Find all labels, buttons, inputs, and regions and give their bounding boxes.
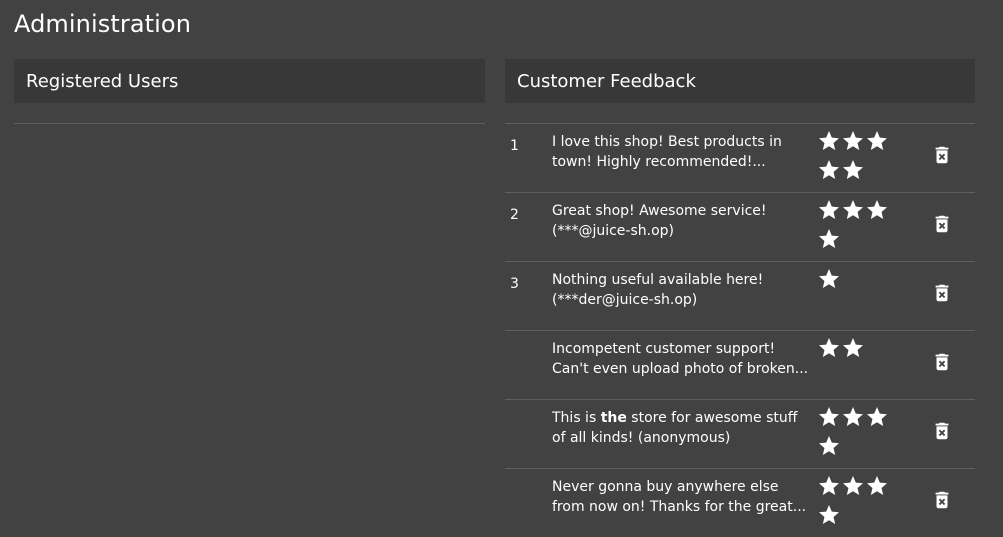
- users-table-divider: [14, 123, 485, 124]
- feedback-comment-line: (***der@juice-sh.op): [552, 292, 698, 308]
- feedback-comment-line: Can't even upload photo of broken...: [552, 361, 809, 377]
- feedback-rating: [817, 129, 895, 187]
- trash-icon: [931, 144, 953, 166]
- trash-icon: [931, 489, 953, 511]
- feedback-comment-line: Nothing useful available here!: [552, 272, 764, 288]
- customer-feedback-panel: Customer Feedback 1 I love this shop! Be…: [505, 59, 975, 537]
- customer-feedback-title: Customer Feedback: [517, 70, 696, 92]
- feedback-comment-line: Never gonna buy anywhere else: [552, 479, 779, 495]
- feedback-row: 1 I love this shop! Best products in tow…: [505, 123, 975, 192]
- delete-feedback-button[interactable]: [931, 420, 953, 442]
- feedback-rating: [817, 474, 895, 532]
- trash-icon: [931, 213, 953, 235]
- feedback-comment: Great shop! Awesome service! (***@juice-…: [552, 201, 812, 241]
- star-icon: [817, 434, 841, 458]
- feedback-row: 2 Great shop! Awesome service! (***@juic…: [505, 192, 975, 261]
- star-icon: [817, 336, 841, 360]
- feedback-comment: This is the store for awesome stuff of a…: [552, 408, 812, 448]
- star-icon: [841, 474, 865, 498]
- feedback-comment: I love this shop! Best products in town!…: [552, 132, 812, 172]
- delete-feedback-button[interactable]: [931, 144, 953, 166]
- feedback-comment-line: of all kinds! (anonymous): [552, 430, 731, 446]
- feedback-rating: [817, 198, 895, 256]
- feedback-comment-line: from now on! Thanks for the great...: [552, 499, 807, 515]
- star-icon: [841, 405, 865, 429]
- star-icon: [817, 129, 841, 153]
- feedback-comment-bold: the: [600, 410, 627, 426]
- feedback-user-id: 3: [510, 276, 519, 292]
- customer-feedback-header: Customer Feedback: [505, 59, 975, 103]
- feedback-row: 3 Nothing useful available here! (***der…: [505, 261, 975, 330]
- delete-feedback-button[interactable]: [931, 351, 953, 373]
- star-icon: [817, 503, 841, 527]
- star-icon: [865, 474, 889, 498]
- feedback-comment: Incompetent customer support! Can't even…: [552, 339, 812, 379]
- delete-feedback-button[interactable]: [931, 489, 953, 511]
- trash-icon: [931, 420, 953, 442]
- feedback-comment-line: Incompetent customer support!: [552, 341, 776, 357]
- delete-feedback-button[interactable]: [931, 282, 953, 304]
- feedback-rating: [817, 336, 895, 365]
- star-icon: [841, 336, 865, 360]
- star-icon: [865, 198, 889, 222]
- feedback-row: Incompetent customer support! Can't even…: [505, 330, 975, 399]
- feedback-comment: Nothing useful available here! (***der@j…: [552, 270, 812, 310]
- feedback-row: Never gonna buy anywhere else from now o…: [505, 468, 975, 537]
- star-icon: [841, 129, 865, 153]
- registered-users-panel: Registered Users: [14, 59, 485, 124]
- star-icon: [817, 227, 841, 251]
- feedback-list: 1 I love this shop! Best products in tow…: [505, 123, 975, 537]
- trash-icon: [931, 282, 953, 304]
- star-icon: [817, 474, 841, 498]
- registered-users-title: Registered Users: [26, 70, 179, 92]
- feedback-user-id: 2: [510, 207, 519, 223]
- feedback-row: This is the store for awesome stuff of a…: [505, 399, 975, 468]
- feedback-rating: [817, 267, 895, 296]
- trash-icon: [931, 351, 953, 373]
- feedback-comment-text: This is: [552, 410, 601, 426]
- star-icon: [817, 267, 841, 291]
- feedback-comment-line: I love this shop! Best products in: [552, 134, 782, 150]
- star-icon: [841, 158, 865, 182]
- star-icon: [817, 158, 841, 182]
- feedback-comment-line: Great shop! Awesome service!: [552, 203, 767, 219]
- feedback-comment: Never gonna buy anywhere else from now o…: [552, 477, 812, 517]
- star-icon: [865, 129, 889, 153]
- feedback-rating: [817, 405, 895, 463]
- star-icon: [841, 198, 865, 222]
- feedback-comment-line: (***@juice-sh.op): [552, 223, 675, 239]
- star-icon: [817, 198, 841, 222]
- star-icon: [817, 405, 841, 429]
- registered-users-header: Registered Users: [14, 59, 485, 103]
- feedback-user-id: 1: [510, 138, 519, 154]
- page-title: Administration: [14, 10, 192, 38]
- feedback-comment-line: This is the store for awesome stuff: [552, 408, 812, 428]
- feedback-comment-text: store for awesome stuff: [626, 410, 798, 426]
- star-icon: [865, 405, 889, 429]
- delete-feedback-button[interactable]: [931, 213, 953, 235]
- feedback-comment-line: town! Highly recommended!...: [552, 154, 766, 170]
